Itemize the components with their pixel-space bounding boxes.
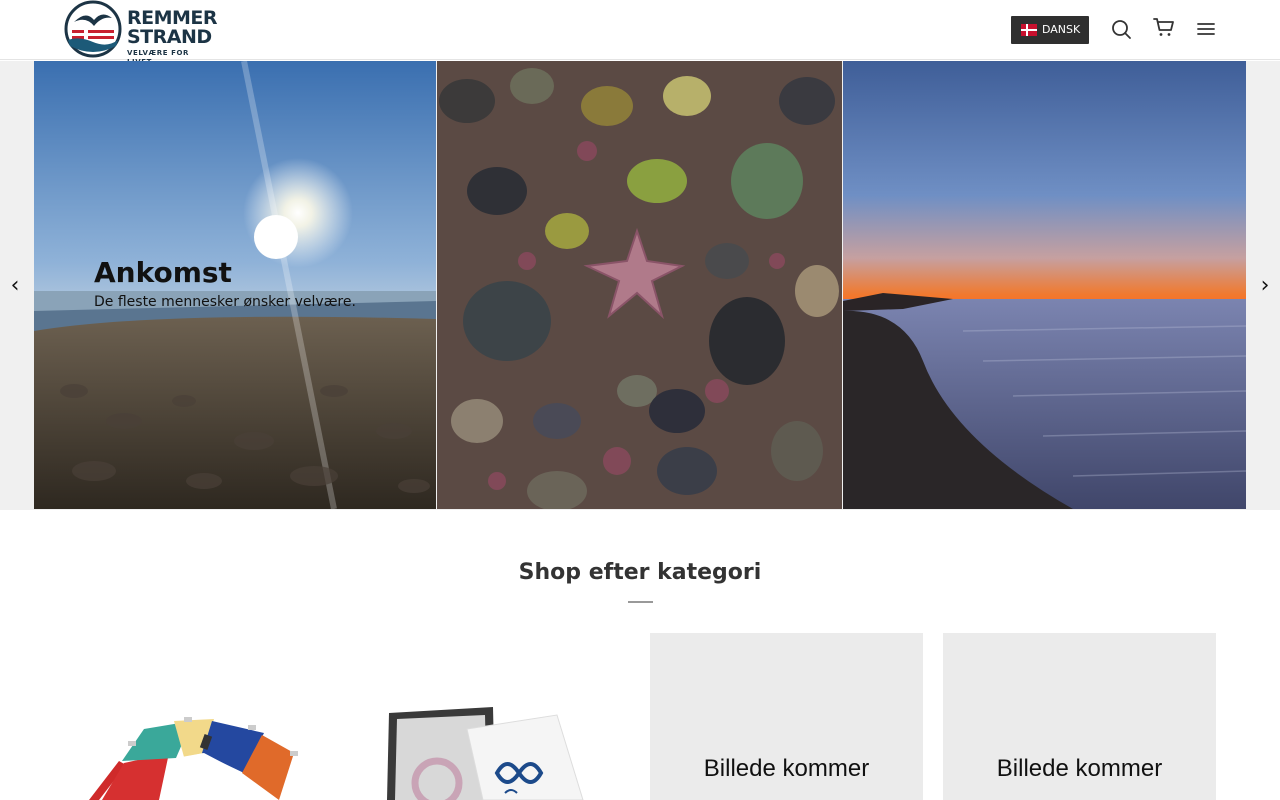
language-label: DANSK: [1042, 23, 1081, 36]
slider-next-button[interactable]: ›: [1255, 273, 1275, 299]
cart-icon[interactable]: [1152, 15, 1176, 39]
site-logo[interactable]: REMMER STRAND VELVÆRE FOR LIVET: [64, 0, 218, 66]
category-section-title: Shop efter kategori: [518, 560, 762, 585]
category-card-placeholder-1[interactable]: Billede kommer: [650, 633, 923, 800]
language-selector[interactable]: DANSK: [1011, 16, 1089, 44]
hero-slider: Ankomst De fleste mennesker ønsker velvæ…: [0, 61, 1280, 510]
hero-slide-starfish: [437, 61, 842, 509]
hero-title: Ankomst: [94, 256, 232, 289]
slider-prev-button[interactable]: ‹: [5, 273, 25, 299]
search-icon[interactable]: [1109, 17, 1133, 41]
section-divider: [628, 601, 653, 603]
category-card-colorful-product[interactable]: [64, 633, 337, 800]
logo-mark-icon: [64, 0, 122, 58]
menu-icon[interactable]: [1194, 17, 1218, 41]
placeholder-label: Billede kommer: [703, 755, 870, 782]
category-card-fredi-product[interactable]: [357, 633, 630, 800]
hero-subtitle: De fleste mennesker ønsker velvære.: [94, 294, 356, 310]
category-card-placeholder-2[interactable]: Billede kommer: [943, 633, 1216, 800]
logo-text-line2: STRAND: [127, 26, 212, 48]
fredi-product-image: [357, 633, 630, 800]
site-header: REMMER STRAND VELVÆRE FOR LIVET DANSK: [0, 0, 1280, 66]
sunset-sea-image: [843, 61, 1246, 509]
starfish-rocks-image: [437, 61, 842, 509]
hero-slide-sunset: [843, 61, 1246, 509]
danish-flag-icon: [1021, 24, 1037, 36]
colorful-product-image: [64, 633, 337, 800]
placeholder-label: Billede kommer: [996, 755, 1163, 782]
logo-text-line1: REMMER: [127, 7, 218, 29]
